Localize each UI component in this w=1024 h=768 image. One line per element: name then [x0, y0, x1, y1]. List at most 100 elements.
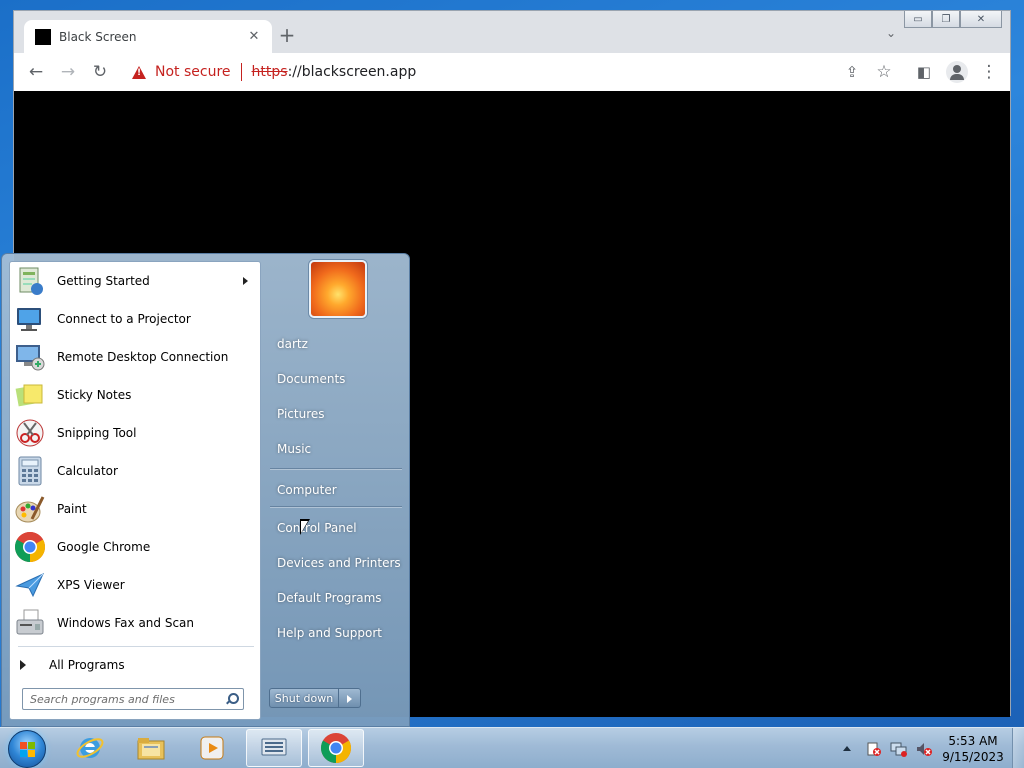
not-secure-label[interactable]: Not secure — [155, 64, 231, 80]
taskbar-media-player[interactable] — [184, 729, 240, 767]
place-devices-printers[interactable]: Devices and Printers — [268, 545, 403, 580]
address-bar[interactable]: Not secure https :// blackscreen.app — [126, 57, 861, 87]
program-sticky-notes[interactable]: Sticky Notes — [10, 376, 260, 414]
place-default-programs[interactable]: Default Programs — [268, 580, 403, 615]
taskbar: 5:53 AM 9/15/2023 — [0, 727, 1024, 768]
triangle-right-icon — [20, 660, 26, 670]
warning-triangle-icon[interactable] — [132, 65, 146, 79]
new-tab-button[interactable]: + — [276, 25, 298, 47]
sticky-notes-icon — [14, 379, 46, 411]
fax-scan-icon — [14, 607, 46, 639]
omnibox-divider — [240, 63, 242, 81]
system-tray — [843, 728, 940, 768]
program-label: Connect to a Projector — [57, 312, 191, 326]
tab-black-screen[interactable]: Black Screen ✕ — [24, 20, 272, 53]
forward-button[interactable]: → — [56, 61, 80, 83]
window-controls: ▭ ❐ ✕ — [904, 11, 1002, 28]
start-menu-programs-pane: Getting Started Connect to a Projector R… — [9, 261, 261, 720]
volume-muted-icon[interactable] — [915, 741, 933, 757]
kebab-menu-icon[interactable]: ⋮ — [978, 62, 1000, 82]
place-documents[interactable]: Documents — [268, 361, 403, 396]
pinned-programs-list: Getting Started Connect to a Projector R… — [10, 262, 260, 642]
taskbar-on-screen-keyboard[interactable] — [246, 729, 302, 767]
url-host: blackscreen.app — [301, 64, 417, 80]
close-tab-icon[interactable]: ✕ — [246, 29, 262, 44]
share-icon[interactable]: ⇪ — [841, 62, 863, 82]
close-window-button[interactable]: ✕ — [960, 11, 1002, 28]
back-button[interactable]: ← — [24, 61, 48, 83]
chrome-icon — [320, 733, 352, 763]
places-divider — [270, 506, 402, 507]
place-music[interactable]: Music — [268, 431, 403, 466]
program-paint[interactable]: Paint — [10, 490, 260, 528]
remote-desktop-icon — [14, 341, 46, 373]
shutdown-control: Shut down — [269, 688, 361, 708]
program-remote-desktop[interactable]: Remote Desktop Connection — [10, 338, 260, 376]
clock-time: 5:53 AM — [948, 734, 998, 748]
program-calculator[interactable]: Calculator — [10, 452, 260, 490]
tab-search-chevron-icon[interactable]: ⌄ — [886, 26, 896, 40]
xps-viewer-icon — [14, 569, 46, 601]
search-icon[interactable] — [225, 693, 239, 705]
reload-button[interactable]: ↻ — [88, 61, 112, 83]
snipping-tool-icon — [14, 417, 46, 449]
place-computer[interactable]: Computer — [268, 472, 403, 507]
restore-button[interactable]: ❐ — [932, 11, 960, 28]
projector-icon — [14, 303, 46, 335]
program-label: Paint — [57, 502, 87, 516]
program-google-chrome[interactable]: Google Chrome — [10, 528, 260, 566]
start-search-input[interactable] — [30, 690, 225, 708]
program-snipping-tool[interactable]: Snipping Tool — [10, 414, 260, 452]
paint-icon — [14, 493, 46, 525]
program-label: Getting Started — [57, 274, 150, 288]
internet-explorer-icon — [76, 738, 104, 758]
show-hidden-icons-arrow-icon[interactable] — [843, 746, 851, 751]
place-user-folder[interactable]: dartz — [268, 326, 403, 361]
program-label: Calculator — [57, 464, 118, 478]
program-label: Google Chrome — [57, 540, 151, 554]
program-label: Windows Fax and Scan — [57, 616, 195, 630]
taskbar-clock[interactable]: 5:53 AM 9/15/2023 — [938, 733, 1008, 765]
program-xps-viewer[interactable]: XPS Viewer — [10, 566, 260, 604]
url-scheme: https — [251, 64, 288, 80]
taskbar-internet-explorer[interactable] — [62, 729, 118, 767]
calculator-icon — [14, 455, 46, 487]
tab-title: Black Screen — [59, 29, 137, 44]
user-picture-avatar[interactable] — [309, 260, 367, 318]
profile-avatar-icon[interactable] — [946, 61, 968, 83]
show-desktop-button[interactable] — [1012, 728, 1024, 768]
program-label: Sticky Notes — [57, 388, 132, 402]
bookmark-star-icon[interactable]: ☆ — [873, 62, 895, 82]
place-help-support[interactable]: Help and Support — [268, 615, 403, 650]
clock-date: 9/15/2023 — [942, 750, 1004, 764]
program-getting-started[interactable]: Getting Started — [10, 262, 260, 300]
start-search-box[interactable] — [22, 688, 244, 710]
shutdown-button[interactable]: Shut down — [269, 688, 339, 708]
place-pictures[interactable]: Pictures — [268, 396, 403, 431]
file-explorer-icon — [137, 738, 165, 760]
all-programs-button[interactable]: All Programs — [10, 650, 260, 680]
taskbar-file-explorer[interactable] — [123, 729, 179, 767]
program-label: Remote Desktop Connection — [57, 350, 229, 364]
minimize-button[interactable]: ▭ — [904, 11, 932, 28]
browser-toolbar: ← → ↻ Not secure https :// blackscreen.a… — [14, 53, 1010, 91]
chrome-icon — [14, 531, 46, 563]
shutdown-options-arrow-icon[interactable] — [339, 688, 361, 708]
start-menu: Getting Started Connect to a Projector R… — [1, 253, 410, 727]
program-fax-scan[interactable]: Windows Fax and Scan — [10, 604, 260, 642]
place-control-panel[interactable]: Control Panel — [268, 510, 403, 545]
media-player-icon — [200, 736, 224, 760]
start-button[interactable] — [8, 730, 46, 768]
url-separator: :// — [287, 64, 302, 80]
keyboard-app-icon — [261, 738, 287, 756]
network-icon[interactable] — [890, 741, 908, 757]
side-panel-icon[interactable]: ◧ — [913, 62, 935, 82]
program-connect-projector[interactable]: Connect to a Projector — [10, 300, 260, 338]
program-label: XPS Viewer — [57, 578, 125, 592]
taskbar-google-chrome[interactable] — [308, 729, 364, 767]
action-center-icon[interactable] — [865, 741, 883, 757]
black-square-favicon-icon — [35, 28, 51, 45]
submenu-arrow-icon[interactable] — [243, 277, 248, 285]
start-menu-places-list: dartz Documents Pictures Music Computer … — [268, 326, 403, 650]
programs-divider — [18, 646, 254, 647]
